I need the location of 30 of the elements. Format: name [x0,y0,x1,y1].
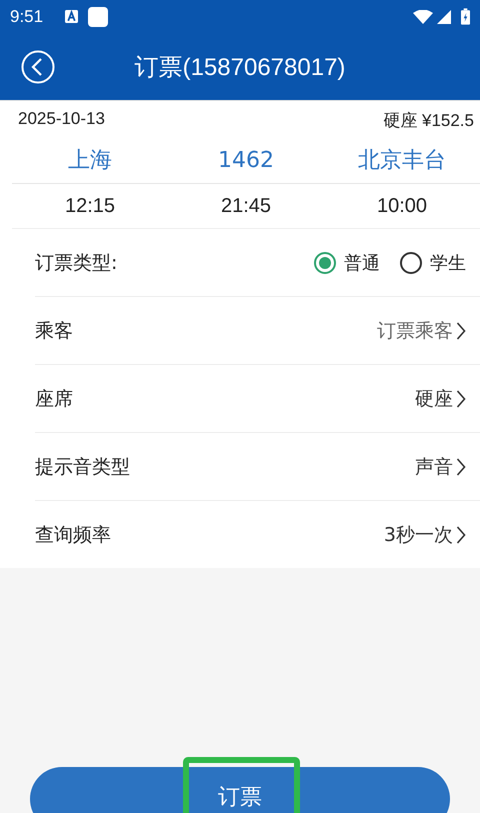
travel-date: 2025-10-13 [18,109,105,130]
seat-fare: 硬座 ¥152.5 [383,110,474,132]
setting-label: 座席 [35,386,73,412]
wifi-icon [413,10,433,24]
chevron-icon [455,388,466,408]
radio-option[interactable]: 学生 [400,250,466,274]
chevron-icon [455,524,466,544]
trip-duration: 21:45 [220,194,272,218]
setting-label: 提示音类型 [35,454,130,480]
train-number: 1462 [217,148,275,172]
departure-time: 12:15 [64,194,116,218]
status-time: 9:51 [10,6,44,26]
setting-value[interactable]: 声音 [415,454,466,480]
chevron-icon [455,320,466,340]
setting-value[interactable]: 订票乘客 [377,318,466,344]
chevron-icon [455,456,466,476]
signal-icon [437,10,451,24]
book-button[interactable]: 订票 [30,767,450,813]
arrival-station: 北京丰台 [357,147,447,175]
setting-value[interactable]: 硬座 [415,386,466,412]
battery-icon [461,8,470,25]
setting-label: 乘客 [35,318,73,344]
setting-label: 查询频率 [35,522,111,548]
setting-value[interactable]: 3秒一次 [384,522,466,548]
radio-option[interactable]: 普通 [314,250,380,274]
back-button[interactable] [21,50,55,84]
ticket-type-label: 订票类型: [35,250,118,276]
page-title: 订票(15870678017) [134,52,346,82]
arrival-time: 10:00 [376,194,428,218]
departure-station: 上海 [67,147,113,175]
